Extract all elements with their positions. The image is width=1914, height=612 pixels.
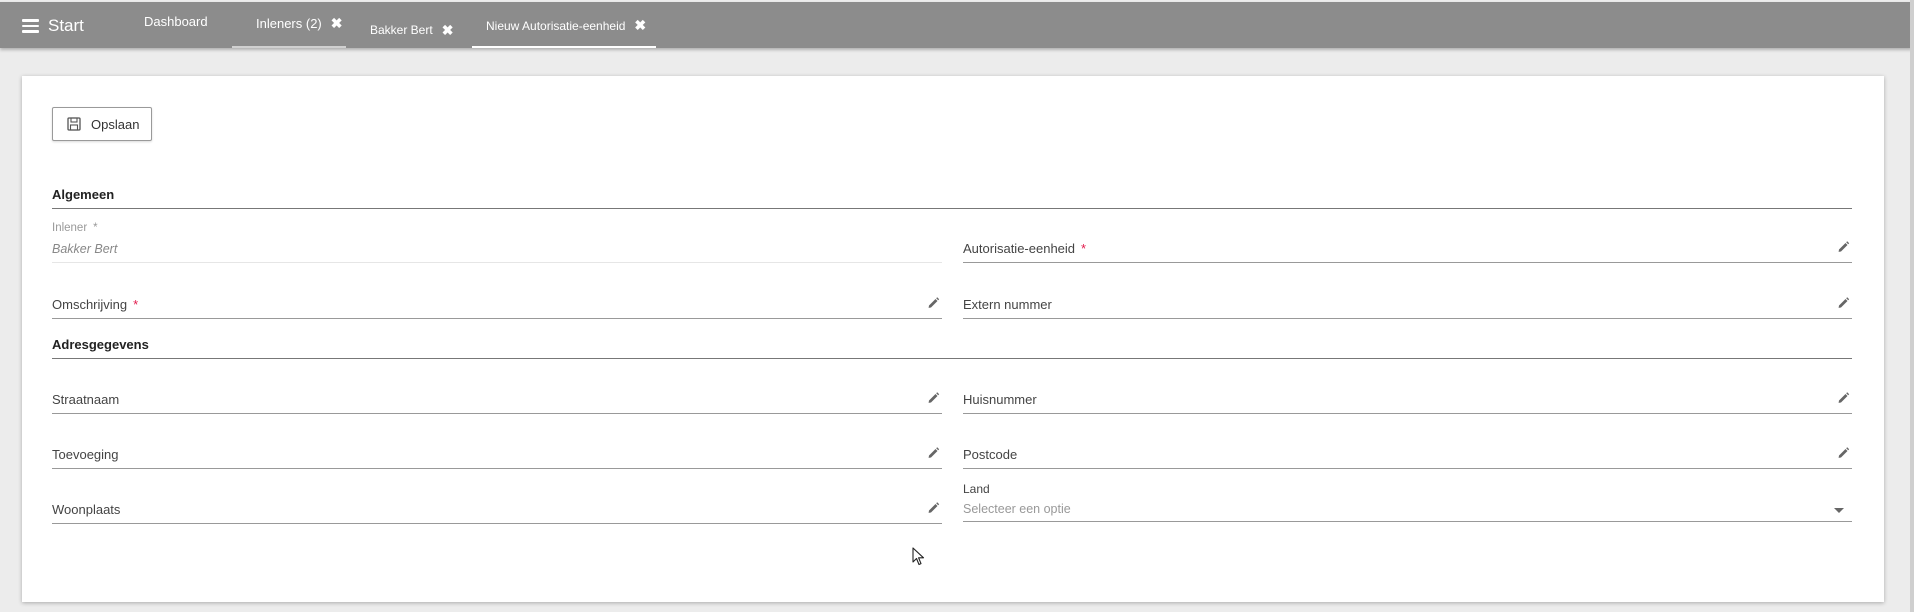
start-menu-button[interactable]: Start: [22, 16, 84, 36]
land-select[interactable]: Selecteer een optie: [963, 499, 1852, 522]
straatnaam-label: Straatnaam: [52, 392, 120, 407]
autorisatie-eenheid-label: Autorisatie-eenheid *: [963, 241, 1086, 256]
pencil-icon[interactable]: [927, 296, 940, 314]
mouse-cursor-icon: [912, 547, 926, 572]
pencil-icon[interactable]: [927, 501, 940, 519]
pencil-icon[interactable]: [927, 446, 940, 464]
pencil-icon[interactable]: [927, 391, 940, 409]
form-card: Opslaan Algemeen Inlener * Bakker Bert Au…: [22, 76, 1884, 602]
tab-dashboard[interactable]: Dashboard: [144, 0, 208, 44]
close-icon[interactable]: ✖: [442, 22, 454, 39]
field-label-text: Omschrijving: [52, 297, 128, 312]
huisnummer-field[interactable]: Huisnummer: [963, 389, 1852, 414]
autorisatie-eenheid-field[interactable]: Autorisatie-eenheid *: [963, 238, 1852, 263]
tab-label: Nieuw Autorisatie-eenheid: [486, 18, 626, 33]
inlener-label: Inlener *: [52, 222, 98, 234]
postcode-label: Postcode: [963, 447, 1018, 462]
section-divider: [52, 358, 1852, 359]
window-edge: [1910, 0, 1914, 612]
land-placeholder: Selecteer een optie: [963, 502, 1071, 516]
section-title-adresgegevens: Adresgegevens: [52, 337, 149, 352]
close-icon[interactable]: ✖: [331, 15, 343, 32]
omschrijving-field[interactable]: Omschrijving *: [52, 294, 942, 319]
section-divider: [52, 208, 1852, 209]
tab-inleners[interactable]: Inleners (2) ✖: [232, 0, 347, 48]
save-button[interactable]: Opslaan: [52, 107, 152, 141]
straatnaam-field[interactable]: Straatnaam: [52, 389, 942, 414]
extern-nummer-field[interactable]: Extern nummer: [963, 294, 1852, 319]
required-marker: *: [93, 222, 98, 234]
required-marker: *: [133, 297, 139, 312]
woonplaats-field[interactable]: Woonplaats: [52, 499, 942, 524]
tab-label: Inleners (2): [256, 15, 322, 31]
toevoeging-label: Toevoeging: [52, 447, 119, 462]
inlener-underline: [52, 262, 942, 263]
inlener-value: Bakker Bert: [52, 242, 118, 256]
extern-nummer-label: Extern nummer: [963, 297, 1052, 312]
section-title-algemeen: Algemeen: [52, 187, 115, 202]
chevron-down-icon[interactable]: [1834, 508, 1844, 513]
tab-bakker-bert[interactable]: Bakker Bert ✖: [370, 7, 453, 53]
top-navigation-bar: Start Dashboard Inleners (2) ✖ Bakker Be…: [0, 2, 1912, 48]
pencil-icon[interactable]: [1837, 446, 1850, 464]
tab-label: Bakker Bert: [370, 23, 433, 37]
save-icon: [67, 117, 81, 131]
land-label: Land: [963, 482, 990, 496]
close-icon[interactable]: ✖: [634, 17, 646, 34]
woonplaats-label: Woonplaats: [52, 502, 121, 517]
menu-icon: [22, 19, 39, 33]
postcode-field[interactable]: Postcode: [963, 444, 1852, 469]
inlener-label-text: Inlener: [52, 222, 88, 234]
huisnummer-label: Huisnummer: [963, 392, 1037, 407]
start-label: Start: [48, 16, 84, 35]
tab-label: Dashboard: [144, 13, 208, 29]
pencil-icon[interactable]: [1837, 240, 1850, 258]
pencil-icon[interactable]: [1837, 391, 1850, 409]
tab-nieuw-autorisatie-eenheid[interactable]: Nieuw Autorisatie-eenheid ✖: [472, 5, 657, 48]
toevoeging-field[interactable]: Toevoeging: [52, 444, 942, 469]
required-marker: *: [1081, 241, 1087, 256]
save-button-label: Opslaan: [91, 116, 140, 132]
omschrijving-label: Omschrijving *: [52, 297, 138, 312]
pencil-icon[interactable]: [1837, 296, 1850, 314]
field-label-text: Autorisatie-eenheid: [963, 241, 1076, 256]
